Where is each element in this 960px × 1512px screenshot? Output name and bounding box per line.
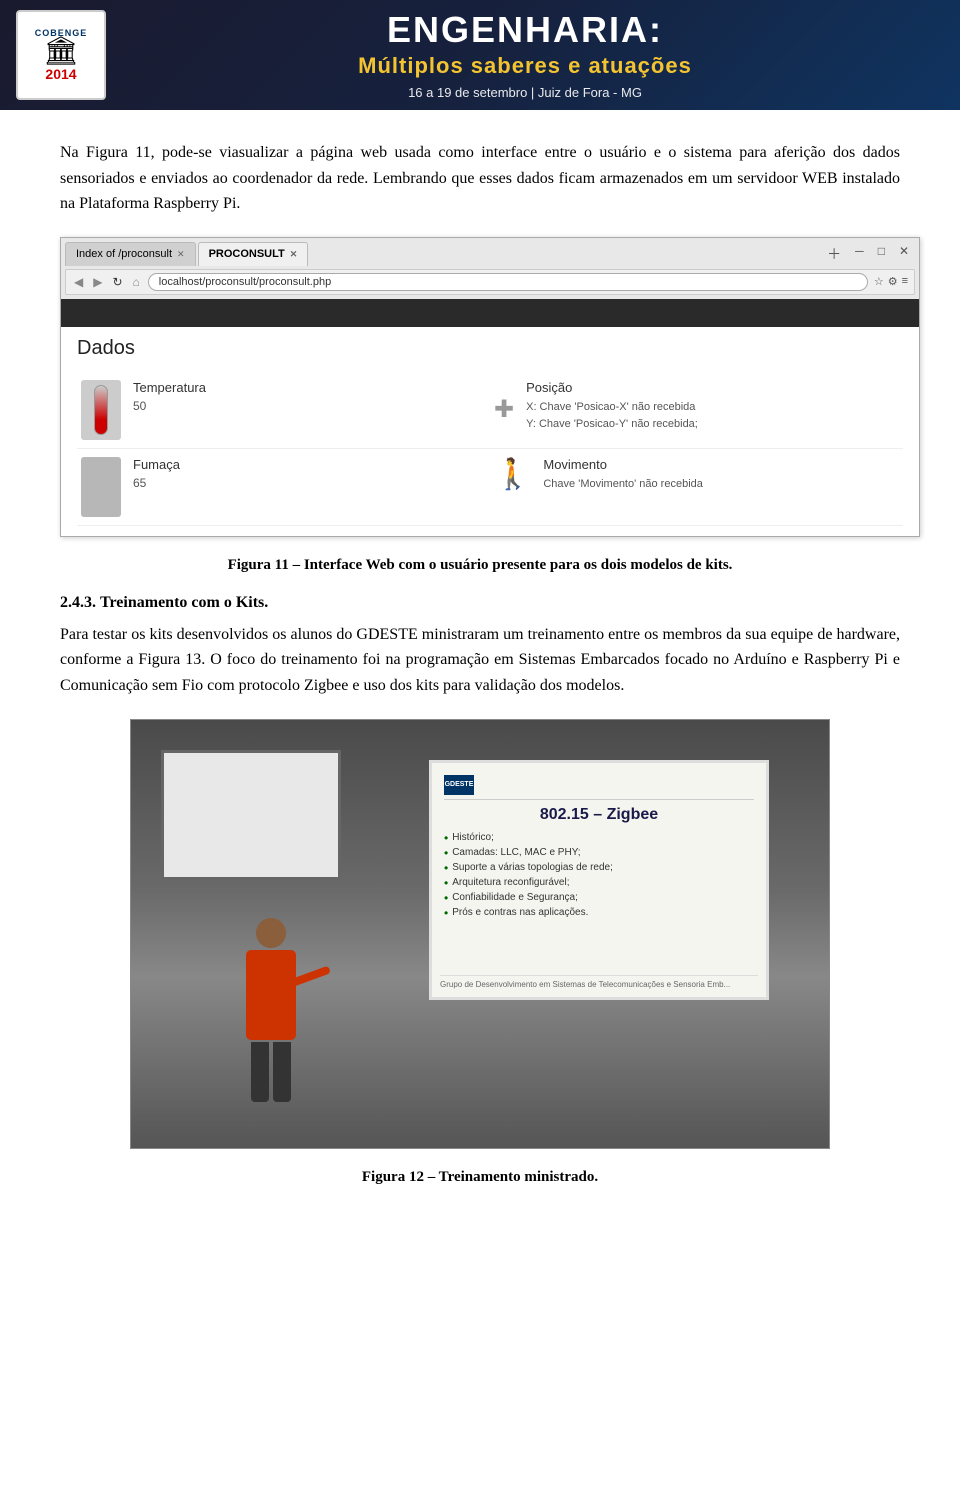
section-title: Treinamento com o Kits.: [100, 594, 268, 611]
screen-bullet-3: Suporte a várias topologias de rede;: [444, 862, 754, 874]
browser-tab-1-label: Index of /proconsult: [76, 248, 172, 260]
screen-title: 802.15 – Zigbee: [444, 806, 754, 824]
posicao-info: Posição X: Chave 'Posicao-X' não recebid…: [526, 380, 895, 434]
temperatura-icon: [81, 380, 121, 440]
section-paragraph1: Para testar os kits desenvolvidos os alu…: [60, 622, 900, 699]
photo-scene: GDESTE 802.15 – Zigbee Histórico; Camada…: [131, 720, 829, 1148]
main-content: Na Figura 11, pode-se viasualizar a pági…: [0, 110, 960, 1236]
whiteboard: [161, 750, 341, 880]
year-text: 2014: [45, 66, 76, 82]
screen-header: GDESTE: [444, 775, 754, 800]
fumaca-label: Fumaça: [133, 457, 482, 472]
screen-bullet-2: Camadas: LLC, MAC e PHY;: [444, 847, 754, 859]
building-icon: 🏛: [43, 38, 79, 66]
movimento-icon: 🚶: [494, 457, 531, 492]
screen-logo-text: GDESTE: [445, 781, 474, 788]
screen-bullet-6: Prós e contras nas aplicações.: [444, 907, 754, 919]
new-tab-button[interactable]: ＋: [821, 242, 847, 266]
section-number: 2.4.3.: [60, 594, 96, 611]
figure11-caption: Figura 11 – Interface Web com o usuário …: [60, 557, 900, 574]
fumaca-value: 65: [133, 476, 482, 490]
fumaca-item: Fumaça 65: [77, 449, 490, 526]
bookmark-icon[interactable]: ☆: [874, 275, 884, 288]
header-banner: COBENGE 🏛 2014 ENGENHARIA: Múltiplos sab…: [0, 0, 960, 110]
minimize-button[interactable]: ─: [849, 242, 870, 266]
maximize-button[interactable]: □: [872, 242, 891, 266]
movimento-item: 🚶 Movimento Chave 'Movimento' não recebi…: [490, 449, 903, 526]
browser-tab-1[interactable]: Index of /proconsult ✕: [65, 242, 196, 266]
figure12-caption-text: Figura 12 – Treinamento ministrado.: [362, 1169, 598, 1185]
header-main-title: ENGENHARIA:: [387, 10, 663, 50]
header-title-area: ENGENHARIA: Múltiplos saberes e atuações…: [106, 10, 944, 101]
cobenge-logo: COBENGE 🏛 2014: [16, 10, 106, 100]
screen-logo-box: GDESTE: [444, 775, 474, 795]
home-button[interactable]: ⌂: [131, 275, 142, 289]
browser-chrome: Index of /proconsult ✕ PROCONSULT ✕ ＋ ─ …: [61, 238, 919, 299]
browser-tab-2-label: PROCONSULT: [209, 248, 285, 260]
browser-tab-1-close[interactable]: ✕: [177, 249, 185, 260]
temperatura-value: 50: [133, 399, 482, 413]
browser-nav: ◀ ▶ ↻ ⌂ localhost/proconsult/proconsult.…: [65, 269, 915, 295]
section-heading: 2.4.3. Treinamento com o Kits.: [60, 594, 900, 612]
screen-footer: Grupo de Desenvolvimento em Sistemas de …: [440, 975, 758, 989]
posicao-label: Posição: [526, 380, 895, 395]
temperatura-item: Temperatura 50: [77, 372, 490, 449]
movimento-value: Chave 'Movimento' não recebida: [543, 476, 895, 494]
browser-page-content: Dados Temperatura 50 ✚ Posição: [61, 327, 919, 536]
browser-tabs: Index of /proconsult ✕ PROCONSULT ✕ ＋ ─ …: [65, 242, 915, 266]
dados-title: Dados: [77, 337, 903, 360]
browser-screenshot: Index of /proconsult ✕ PROCONSULT ✕ ＋ ─ …: [60, 237, 920, 537]
posicao-icon: ✚: [494, 380, 514, 440]
figure11-caption-text: Figura 11 – Interface Web com o usuário …: [228, 557, 733, 573]
browser-nav-icons: ☆ ⚙ ≡: [874, 275, 908, 288]
person-right-leg: [273, 1042, 291, 1102]
figure12-caption: Figura 12 – Treinamento ministrado.: [60, 1169, 900, 1186]
logo-box: COBENGE 🏛 2014: [16, 10, 106, 100]
forward-button[interactable]: ▶: [91, 275, 104, 289]
posicao-item: ✚ Posição X: Chave 'Posicao-X' não receb…: [490, 372, 903, 449]
address-bar[interactable]: localhost/proconsult/proconsult.php: [148, 273, 868, 291]
person-legs: [231, 1042, 311, 1102]
projection-screen: GDESTE 802.15 – Zigbee Histórico; Camada…: [429, 760, 769, 1000]
person-left-leg: [251, 1042, 269, 1102]
movimento-label: Movimento: [543, 457, 895, 472]
back-button[interactable]: ◀: [72, 275, 85, 289]
movimento-info: Movimento Chave 'Movimento' não recebida: [543, 457, 895, 494]
header-date: 16 a 19 de setembro | Juiz de Fora - MG: [408, 85, 642, 100]
browser-toolbar: [61, 299, 919, 327]
thermometer-icon: [94, 385, 108, 435]
person-silhouette: [231, 918, 311, 1098]
person-body: [246, 950, 296, 1040]
intro-paragraph: Na Figura 11, pode-se viasualizar a pági…: [60, 140, 900, 217]
person-head: [256, 918, 286, 948]
dados-grid: Temperatura 50 ✚ Posição X: Chave 'Posic…: [77, 372, 903, 526]
header-sub-title: Múltiplos saberes e atuações: [358, 53, 692, 79]
posicao-y-value: Y: Chave 'Posicao-Y' não recebida;: [526, 416, 895, 434]
temperatura-label: Temperatura: [133, 380, 482, 395]
screen-bullet-4: Arquitetura reconfigurável;: [444, 877, 754, 889]
close-window-button[interactable]: ✕: [893, 242, 915, 266]
menu-icon[interactable]: ≡: [902, 275, 908, 288]
training-photo: GDESTE 802.15 – Zigbee Histórico; Camada…: [130, 719, 830, 1149]
screen-bullet-5: Confiabilidade e Segurança;: [444, 892, 754, 904]
browser-tab-2-close[interactable]: ✕: [290, 249, 298, 260]
screen-bullet-1: Histórico;: [444, 832, 754, 844]
posicao-x-value: X: Chave 'Posicao-X' não recebida: [526, 399, 895, 417]
temperatura-info: Temperatura 50: [133, 380, 482, 413]
browser-tab-2[interactable]: PROCONSULT ✕: [198, 242, 309, 266]
settings-icon[interactable]: ⚙: [888, 275, 898, 288]
fumaca-info: Fumaça 65: [133, 457, 482, 490]
reload-button[interactable]: ↻: [110, 275, 124, 289]
fumaca-icon: [81, 457, 121, 517]
